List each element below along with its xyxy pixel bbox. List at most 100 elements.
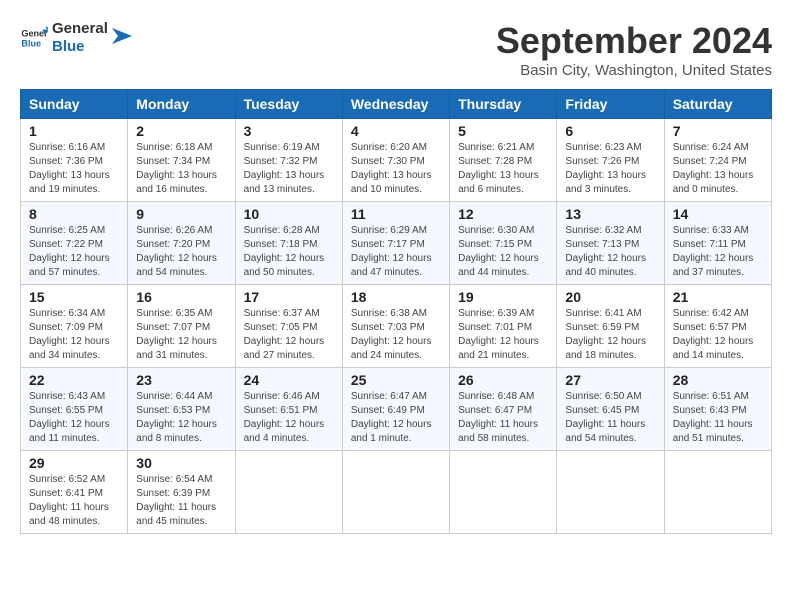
day-number: 22 — [29, 372, 119, 388]
day-number: 23 — [136, 372, 226, 388]
day-number: 28 — [673, 372, 763, 388]
calendar-cell: 29 Sunrise: 6:52 AM Sunset: 6:41 PM Dayl… — [21, 451, 128, 534]
calendar-cell — [557, 451, 664, 534]
day-info: Sunrise: 6:48 AM Sunset: 6:47 PM Dayligh… — [458, 390, 548, 446]
day-number: 13 — [565, 206, 655, 222]
day-number: 27 — [565, 372, 655, 388]
calendar-cell: 22 Sunrise: 6:43 AM Sunset: 6:55 PM Dayl… — [21, 368, 128, 451]
day-info: Sunrise: 6:23 AM Sunset: 7:26 PM Dayligh… — [565, 141, 655, 197]
weekday-header-thursday: Thursday — [450, 90, 557, 119]
day-number: 2 — [136, 123, 226, 139]
day-info: Sunrise: 6:39 AM Sunset: 7:01 PM Dayligh… — [458, 307, 548, 363]
day-info: Sunrise: 6:19 AM Sunset: 7:32 PM Dayligh… — [244, 141, 334, 197]
calendar-week-4: 22 Sunrise: 6:43 AM Sunset: 6:55 PM Dayl… — [21, 368, 772, 451]
day-number: 16 — [136, 289, 226, 305]
calendar-cell: 14 Sunrise: 6:33 AM Sunset: 7:11 PM Dayl… — [664, 202, 771, 285]
calendar-cell: 28 Sunrise: 6:51 AM Sunset: 6:43 PM Dayl… — [664, 368, 771, 451]
calendar-table: SundayMondayTuesdayWednesdayThursdayFrid… — [20, 89, 772, 534]
calendar-cell — [342, 451, 449, 534]
day-number: 18 — [351, 289, 441, 305]
day-info: Sunrise: 6:38 AM Sunset: 7:03 PM Dayligh… — [351, 307, 441, 363]
calendar-cell: 30 Sunrise: 6:54 AM Sunset: 6:39 PM Dayl… — [128, 451, 235, 534]
weekday-header-wednesday: Wednesday — [342, 90, 449, 119]
calendar-cell: 20 Sunrise: 6:41 AM Sunset: 6:59 PM Dayl… — [557, 285, 664, 368]
day-info: Sunrise: 6:34 AM Sunset: 7:09 PM Dayligh… — [29, 307, 119, 363]
day-info: Sunrise: 6:52 AM Sunset: 6:41 PM Dayligh… — [29, 473, 119, 529]
day-number: 4 — [351, 123, 441, 139]
day-number: 30 — [136, 455, 226, 471]
calendar-cell: 17 Sunrise: 6:37 AM Sunset: 7:05 PM Dayl… — [235, 285, 342, 368]
calendar-cell: 19 Sunrise: 6:39 AM Sunset: 7:01 PM Dayl… — [450, 285, 557, 368]
calendar-body: 1 Sunrise: 6:16 AM Sunset: 7:36 PM Dayli… — [21, 119, 772, 534]
calendar-cell: 2 Sunrise: 6:18 AM Sunset: 7:34 PM Dayli… — [128, 119, 235, 202]
day-number: 20 — [565, 289, 655, 305]
calendar-cell: 1 Sunrise: 6:16 AM Sunset: 7:36 PM Dayli… — [21, 119, 128, 202]
calendar-cell: 15 Sunrise: 6:34 AM Sunset: 7:09 PM Dayl… — [21, 285, 128, 368]
calendar-week-1: 1 Sunrise: 6:16 AM Sunset: 7:36 PM Dayli… — [21, 119, 772, 202]
calendar-cell — [450, 451, 557, 534]
calendar-cell: 6 Sunrise: 6:23 AM Sunset: 7:26 PM Dayli… — [557, 119, 664, 202]
calendar-cell: 24 Sunrise: 6:46 AM Sunset: 6:51 PM Dayl… — [235, 368, 342, 451]
day-info: Sunrise: 6:41 AM Sunset: 6:59 PM Dayligh… — [565, 307, 655, 363]
calendar-week-3: 15 Sunrise: 6:34 AM Sunset: 7:09 PM Dayl… — [21, 285, 772, 368]
calendar-header: SundayMondayTuesdayWednesdayThursdayFrid… — [21, 90, 772, 119]
calendar-cell: 21 Sunrise: 6:42 AM Sunset: 6:57 PM Dayl… — [664, 285, 771, 368]
weekday-header-tuesday: Tuesday — [235, 90, 342, 119]
day-number: 17 — [244, 289, 334, 305]
svg-text:Blue: Blue — [21, 38, 41, 48]
day-info: Sunrise: 6:46 AM Sunset: 6:51 PM Dayligh… — [244, 390, 334, 446]
day-number: 5 — [458, 123, 548, 139]
calendar-cell — [664, 451, 771, 534]
day-info: Sunrise: 6:21 AM Sunset: 7:28 PM Dayligh… — [458, 141, 548, 197]
weekday-header-sunday: Sunday — [21, 90, 128, 119]
day-number: 12 — [458, 206, 548, 222]
day-info: Sunrise: 6:54 AM Sunset: 6:39 PM Dayligh… — [136, 473, 226, 529]
day-info: Sunrise: 6:32 AM Sunset: 7:13 PM Dayligh… — [565, 224, 655, 280]
day-number: 8 — [29, 206, 119, 222]
day-info: Sunrise: 6:33 AM Sunset: 7:11 PM Dayligh… — [673, 224, 763, 280]
calendar-cell: 8 Sunrise: 6:25 AM Sunset: 7:22 PM Dayli… — [21, 202, 128, 285]
day-number: 6 — [565, 123, 655, 139]
day-info: Sunrise: 6:18 AM Sunset: 7:34 PM Dayligh… — [136, 141, 226, 197]
day-info: Sunrise: 6:24 AM Sunset: 7:24 PM Dayligh… — [673, 141, 763, 197]
day-info: Sunrise: 6:37 AM Sunset: 7:05 PM Dayligh… — [244, 307, 334, 363]
day-info: Sunrise: 6:28 AM Sunset: 7:18 PM Dayligh… — [244, 224, 334, 280]
calendar-cell: 11 Sunrise: 6:29 AM Sunset: 7:17 PM Dayl… — [342, 202, 449, 285]
logo-text-general: General — [52, 20, 108, 38]
day-number: 14 — [673, 206, 763, 222]
logo: General Blue General Blue — [20, 20, 132, 56]
day-info: Sunrise: 6:47 AM Sunset: 6:49 PM Dayligh… — [351, 390, 441, 446]
day-number: 25 — [351, 372, 441, 388]
calendar-cell: 18 Sunrise: 6:38 AM Sunset: 7:03 PM Dayl… — [342, 285, 449, 368]
day-info: Sunrise: 6:16 AM Sunset: 7:36 PM Dayligh… — [29, 141, 119, 197]
day-info: Sunrise: 6:29 AM Sunset: 7:17 PM Dayligh… — [351, 224, 441, 280]
day-info: Sunrise: 6:51 AM Sunset: 6:43 PM Dayligh… — [673, 390, 763, 446]
calendar-cell: 16 Sunrise: 6:35 AM Sunset: 7:07 PM Dayl… — [128, 285, 235, 368]
day-number: 3 — [244, 123, 334, 139]
calendar-cell: 7 Sunrise: 6:24 AM Sunset: 7:24 PM Dayli… — [664, 119, 771, 202]
day-number: 9 — [136, 206, 226, 222]
calendar-cell: 3 Sunrise: 6:19 AM Sunset: 7:32 PM Dayli… — [235, 119, 342, 202]
day-number: 15 — [29, 289, 119, 305]
month-title: September 2024 — [496, 20, 772, 62]
calendar-cell: 5 Sunrise: 6:21 AM Sunset: 7:28 PM Dayli… — [450, 119, 557, 202]
calendar-cell: 13 Sunrise: 6:32 AM Sunset: 7:13 PM Dayl… — [557, 202, 664, 285]
calendar-week-2: 8 Sunrise: 6:25 AM Sunset: 7:22 PM Dayli… — [21, 202, 772, 285]
calendar-cell: 23 Sunrise: 6:44 AM Sunset: 6:53 PM Dayl… — [128, 368, 235, 451]
title-section: September 2024 Basin City, Washington, U… — [496, 20, 772, 79]
day-number: 1 — [29, 123, 119, 139]
logo-arrow-icon — [112, 28, 132, 48]
calendar-cell: 25 Sunrise: 6:47 AM Sunset: 6:49 PM Dayl… — [342, 368, 449, 451]
calendar-cell: 27 Sunrise: 6:50 AM Sunset: 6:45 PM Dayl… — [557, 368, 664, 451]
calendar-cell: 26 Sunrise: 6:48 AM Sunset: 6:47 PM Dayl… — [450, 368, 557, 451]
day-info: Sunrise: 6:30 AM Sunset: 7:15 PM Dayligh… — [458, 224, 548, 280]
day-info: Sunrise: 6:42 AM Sunset: 6:57 PM Dayligh… — [673, 307, 763, 363]
calendar-cell: 9 Sunrise: 6:26 AM Sunset: 7:20 PM Dayli… — [128, 202, 235, 285]
day-info: Sunrise: 6:43 AM Sunset: 6:55 PM Dayligh… — [29, 390, 119, 446]
day-number: 10 — [244, 206, 334, 222]
calendar-cell: 10 Sunrise: 6:28 AM Sunset: 7:18 PM Dayl… — [235, 202, 342, 285]
calendar-cell — [235, 451, 342, 534]
day-number: 7 — [673, 123, 763, 139]
day-info: Sunrise: 6:35 AM Sunset: 7:07 PM Dayligh… — [136, 307, 226, 363]
weekday-header-saturday: Saturday — [664, 90, 771, 119]
